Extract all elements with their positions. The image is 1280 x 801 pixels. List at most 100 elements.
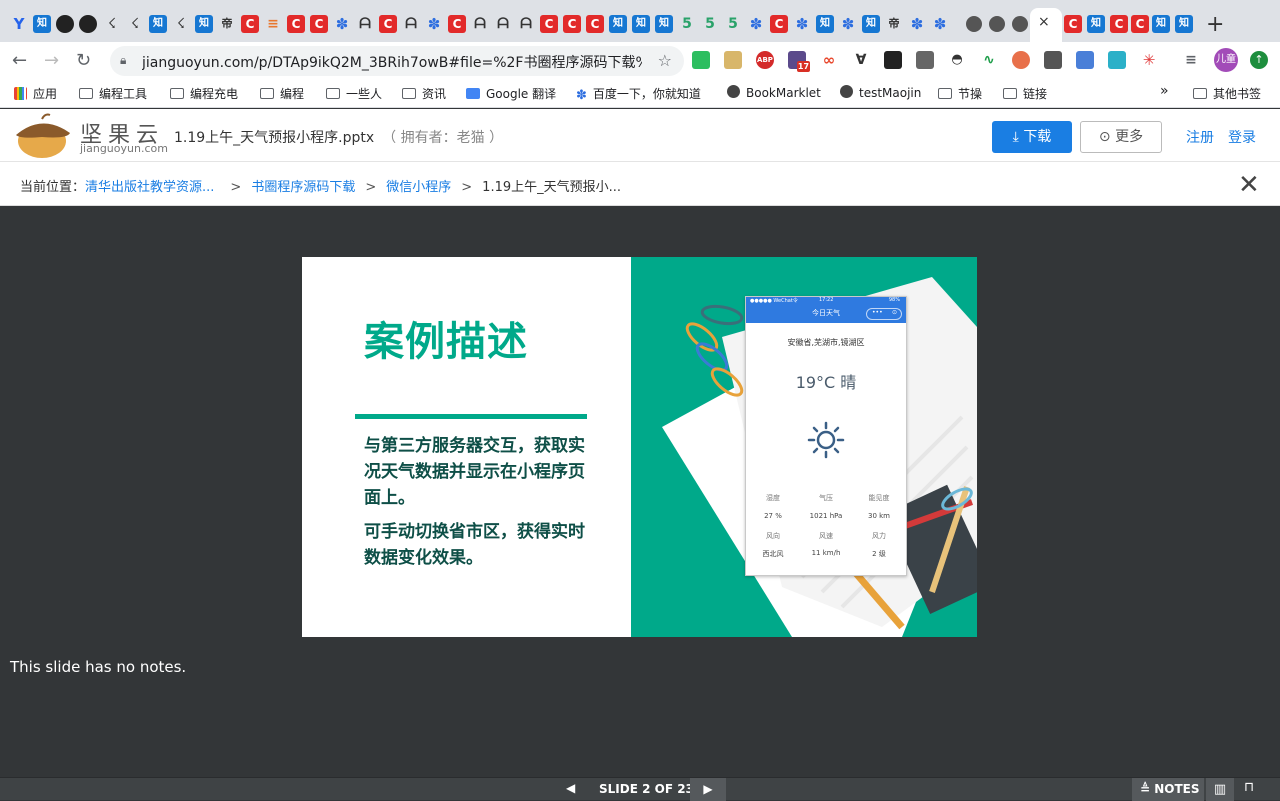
graph-extension-icon[interactable]: ∿ [980,51,998,69]
profile-avatar[interactable]: 儿童 [1214,48,1238,72]
tab-favicon-github-icon[interactable] [79,15,97,33]
bookmark-google-translate[interactable]: Google 翻译 [466,85,556,102]
tab-favicon-csdn-icon[interactable]: C [540,15,558,33]
login-link[interactable]: 登录 [1228,127,1256,147]
tab-favicon-csdn-icon[interactable]: C [310,15,328,33]
spy-extension-icon[interactable]: ◓ [948,51,966,69]
tab-favicon-html5-icon[interactable]: 5 [701,15,719,33]
bookmark-folder[interactable]: 编程充电 [170,85,238,102]
tab-favicon-zhihu-icon[interactable]: 知 [149,15,167,33]
previous-slide-button[interactable]: ◀ [566,781,575,795]
acorn-logo-icon[interactable] [12,113,74,159]
tab-favicon-csdn-icon[interactable]: C [448,15,466,33]
present-view-button[interactable]: ⊓ [1244,780,1254,795]
tab-favicon-icon[interactable]: ☇ [172,15,190,33]
bookmark-other-folder[interactable]: 其他书签 [1193,85,1261,102]
tab-favicon-baidu-icon[interactable]: ✽ [747,15,765,33]
gear-extension-icon[interactable] [1012,51,1030,69]
tab-favicon-icon[interactable]: ☇ [126,15,144,33]
tab-favicon-zhihu-icon[interactable]: 知 [33,15,51,33]
bookmark-apps[interactable]: 应用 [14,85,57,102]
tab-favicon-csdn-icon[interactable]: C [770,15,788,33]
tab-favicon-csdn-icon[interactable]: C [241,15,259,33]
tab-extension-icon[interactable] [884,51,902,69]
reload-icon[interactable]: ↻ [76,50,91,71]
tab-favicon-csdn-icon[interactable]: C [1131,15,1149,33]
tab-favicon-zhihu-icon[interactable]: 知 [609,15,627,33]
tab-favicon-csdn-icon[interactable]: C [563,15,581,33]
tab-favicon-baidu-icon[interactable]: ✽ [793,15,811,33]
lock-icon[interactable]: 🔒︎ [120,53,126,68]
tab-favicon-stackoverflow-icon[interactable]: ≡ [264,15,282,33]
tab-favicon-globe-icon[interactable] [989,16,1005,32]
star-extension-icon[interactable]: ✳ [1140,51,1158,69]
bookmark-testmaojin[interactable]: testMaojin [840,85,921,100]
tab-favicon-icon[interactable]: ☇ [103,15,121,33]
tab-favicon-icon[interactable]: 帝 [218,15,236,33]
register-link[interactable]: 注册 [1186,127,1214,147]
qr-code-extension-icon[interactable] [916,51,934,69]
tab-favicon-baidu-icon[interactable]: ✽ [908,15,926,33]
tab-favicon-zhihu-icon[interactable]: 知 [632,15,650,33]
forward-arrow-icon[interactable]: → [44,50,59,71]
reading-view-button[interactable]: ▥ [1206,778,1234,801]
tab-favicon-zhihu-icon[interactable]: 知 [1152,15,1170,33]
bookmark-star-icon[interactable]: ☆ [658,51,672,70]
reading-list-icon[interactable]: ≡ [1182,51,1200,69]
note-extension-icon[interactable] [724,51,742,69]
back-arrow-icon[interactable]: ← [12,50,27,71]
tab-favicon-icon[interactable]: 帝 [885,15,903,33]
close-viewer-icon[interactable]: ✕ [1238,170,1260,200]
translate-extension-icon[interactable] [1076,51,1094,69]
url-text[interactable]: jianguoyun.com/p/DTAp9ikQ2M_3BRih7owB#fi… [142,52,642,72]
tab-favicon-icon[interactable]: ᗩ [471,15,489,33]
bookmark-folder[interactable]: 链接 [1003,85,1047,102]
tab-favicon-zhihu-icon[interactable]: 知 [195,15,213,33]
adblock-extension-icon[interactable]: ABP [756,51,774,69]
infinity-extension-icon[interactable]: ∞ [820,51,838,69]
tab-favicon-github-icon[interactable] [56,15,74,33]
tab-favicon-baidu-icon[interactable]: ✽ [425,15,443,33]
bookmark-baidu[interactable]: ✽ 百度一下，你就知道 [576,85,701,103]
next-slide-button[interactable]: ▶ [690,778,726,801]
bookmark-bookmarklet[interactable]: BookMarklet [727,85,821,100]
tab-favicon-globe-icon[interactable] [1012,16,1028,32]
tab-favicon-html5-icon[interactable]: 5 [678,15,696,33]
close-tab-icon[interactable]: × [1038,14,1050,30]
bookmark-folder[interactable]: 一些人 [326,85,382,102]
breadcrumb-item[interactable]: 书圈程序源码下载 [251,180,355,195]
tab-favicon-y-icon[interactable]: Y [10,15,28,33]
tab-favicon-zhihu-icon[interactable]: 知 [1175,15,1193,33]
breadcrumb-item[interactable]: 微信小程序 [386,180,451,195]
tab-favicon-csdn-icon[interactable]: C [287,15,305,33]
tab-favicon-globe-icon[interactable] [966,16,982,32]
tab-favicon-baidu-icon[interactable]: ✽ [839,15,857,33]
tab-favicon-icon[interactable]: ᗩ [494,15,512,33]
new-tab-button[interactable]: + [1206,12,1224,37]
download-button[interactable]: ⤓ 下载 [992,121,1072,153]
tab-favicon-baidu-icon[interactable]: ✽ [931,15,949,33]
tab-favicon-baidu-icon[interactable]: ✽ [333,15,351,33]
bookmark-folder[interactable]: 编程工具 [79,85,147,102]
tab-favicon-csdn-icon[interactable]: C [379,15,397,33]
tab-favicon-csdn-icon[interactable]: C [586,15,604,33]
address-bar[interactable]: 🔒︎ jianguoyun.com/p/DTAp9ikQ2M_3BRih7owB… [110,46,684,76]
tab-favicon-icon[interactable]: ᗩ [356,15,374,33]
update-icon[interactable]: ↑ [1250,51,1268,69]
tab-favicon-html5-icon[interactable]: 5 [724,15,742,33]
tab-favicon-zhihu-icon[interactable]: 知 [862,15,880,33]
tab-favicon-icon[interactable]: ᗩ [517,15,535,33]
copy-extension-icon[interactable] [1108,51,1126,69]
tab-favicon-zhihu-icon[interactable]: 知 [1087,15,1105,33]
bookmarks-overflow-button[interactable]: » [1160,83,1169,99]
bookmark-folder[interactable]: 节操 [938,85,982,102]
evernote-extension-icon[interactable] [692,51,710,69]
bookmark-folder[interactable]: 编程 [260,85,304,102]
tab-favicon-zhihu-icon[interactable]: 知 [655,15,673,33]
bookmark-folder[interactable]: 资讯 [402,85,446,102]
box-extension-icon[interactable] [1044,51,1062,69]
tab-favicon-zhihu-icon[interactable]: 知 [816,15,834,33]
vue-extension-icon[interactable]: ∀ [852,51,870,69]
tab-favicon-csdn-icon[interactable]: C [1110,15,1128,33]
more-button[interactable]: ⊙ 更多 [1080,121,1162,153]
